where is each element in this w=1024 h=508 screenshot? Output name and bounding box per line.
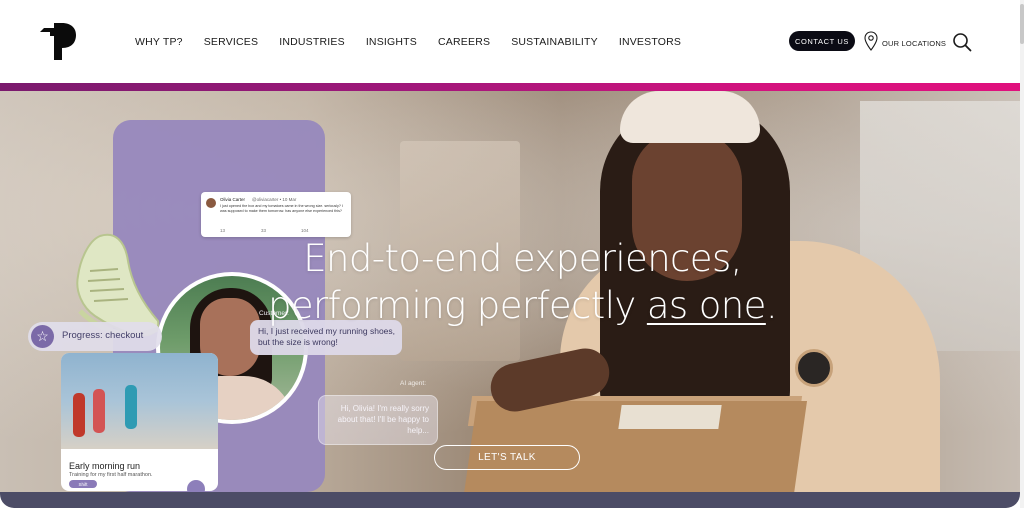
hero-section: Olivia Carter @oliviacarter • 10 Mar I j…: [0, 91, 1020, 492]
headline-line-2: performing perfectly as one.: [0, 282, 1020, 329]
our-locations-link[interactable]: OUR LOCATIONS: [864, 31, 946, 56]
card-action-icon: [187, 480, 205, 492]
avatar: [206, 198, 216, 208]
social-post-card: Olivia Carter @oliviacarter • 10 Mar I j…: [201, 192, 351, 237]
activity-tag: Shift: [69, 480, 97, 488]
activity-card: Early morning run Training for my first …: [61, 353, 218, 491]
contact-us-button[interactable]: CONTACT US: [789, 31, 855, 51]
header-accent-bar: [0, 83, 1020, 91]
like-count: 104: [301, 228, 309, 233]
search-icon[interactable]: [952, 32, 972, 52]
ai-message: Hi, Olivia! I'm really sorry about that!…: [337, 404, 429, 435]
runner-figure: [73, 393, 85, 437]
customer-message: Hi, I just received my running shoes, bu…: [258, 326, 396, 347]
activity-subtitle: Training for my first half marathon.: [69, 472, 153, 478]
ai-agent-label: AI agent:: [400, 380, 427, 387]
reply-count: 13: [220, 228, 226, 233]
page-scrollbar[interactable]: [1020, 0, 1024, 508]
ai-message-bubble: Hi, Olivia! I'm really sorry about that!…: [318, 395, 438, 445]
site-header: WHY TP? SERVICES INDUSTRIES INSIGHTS CAR…: [0, 0, 1020, 83]
hero-headline: End-to-end experiences, performing perfe…: [0, 235, 1020, 329]
headline-text: performing perfectly: [267, 284, 647, 327]
nav-industries[interactable]: INDUSTRIES: [279, 36, 345, 48]
headline-emphasis: as one: [646, 284, 767, 327]
tp-logo[interactable]: [40, 22, 78, 62]
woman-beanie: [620, 91, 760, 143]
main-nav: WHY TP? SERVICES INDUSTRIES INSIGHTS CAR…: [135, 36, 702, 48]
map-pin-icon: [864, 31, 878, 56]
nav-why-tp[interactable]: WHY TP?: [135, 36, 183, 48]
package-label: [618, 405, 722, 429]
nav-investors[interactable]: INVESTORS: [619, 36, 681, 48]
progress-label: Progress: checkout: [62, 330, 144, 341]
nav-services[interactable]: SERVICES: [204, 36, 259, 48]
headline-period: .: [765, 284, 778, 327]
next-section-strip: [0, 492, 1020, 508]
headline-line-1: End-to-end experiences,: [303, 237, 742, 280]
retweet-count: 33: [261, 228, 267, 233]
nav-sustainability[interactable]: SUSTAINABILITY: [511, 36, 598, 48]
runners-image: [61, 353, 218, 449]
post-text: I just opened the box and my tomatoes ca…: [220, 204, 343, 213]
post-author: Olivia Carter: [220, 197, 246, 202]
post-handle: @oliviacarter • 10 Mar: [252, 197, 297, 202]
our-locations-label: OUR LOCATIONS: [882, 39, 947, 48]
wristwatch: [795, 349, 833, 387]
scrollbar-thumb[interactable]: [1020, 4, 1024, 44]
nav-insights[interactable]: INSIGHTS: [366, 36, 417, 48]
nav-careers[interactable]: CAREERS: [438, 36, 490, 48]
lets-talk-button[interactable]: LET'S TALK: [434, 445, 580, 470]
runner-figure: [93, 389, 105, 433]
runner-figure: [125, 385, 137, 429]
activity-title: Early morning run: [69, 461, 141, 471]
